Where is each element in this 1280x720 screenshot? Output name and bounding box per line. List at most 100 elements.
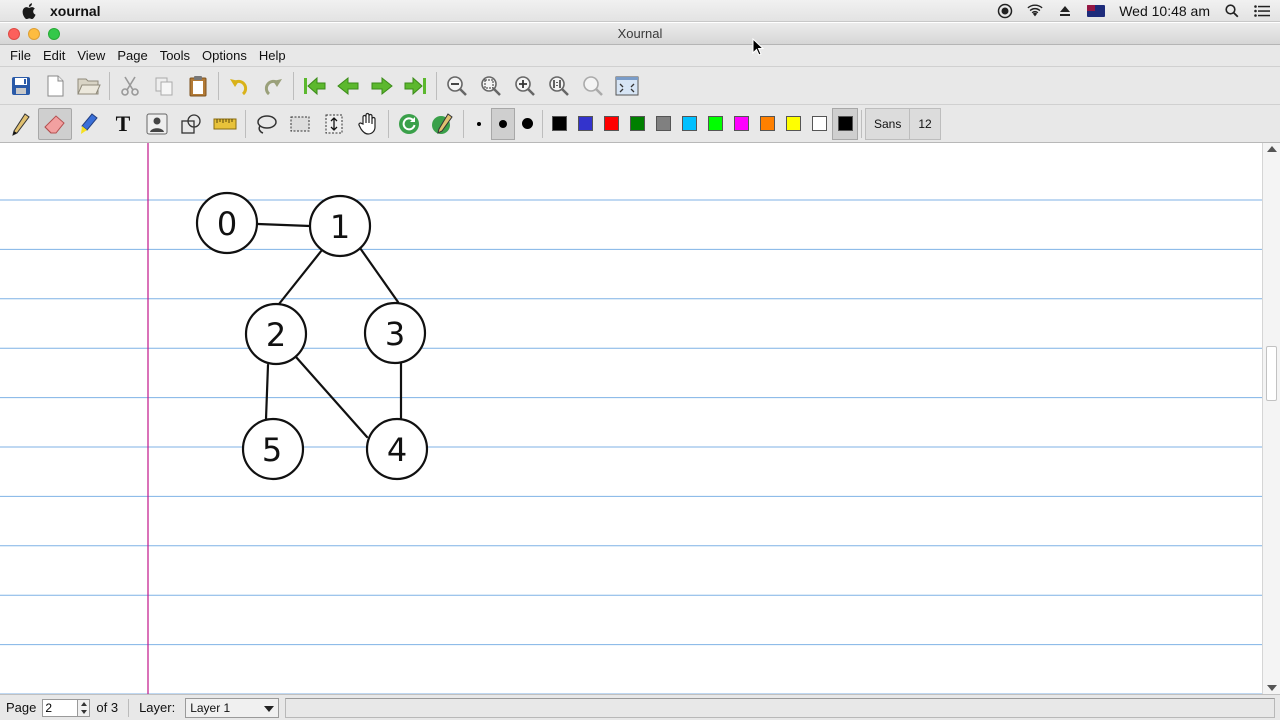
close-window-button[interactable] — [8, 28, 20, 40]
color-magenta-button[interactable] — [728, 108, 754, 140]
menu-tools[interactable]: Tools — [154, 48, 196, 63]
default-tool-button[interactable] — [426, 108, 460, 140]
vertical-space-button[interactable] — [317, 108, 351, 140]
paste-button[interactable] — [181, 70, 215, 102]
layer-select[interactable]: Layer 1 — [185, 697, 280, 718]
zoom-fit-icon — [481, 75, 501, 96]
color-light-blue-button[interactable] — [676, 108, 702, 140]
rect-select-button[interactable] — [283, 108, 317, 140]
menubar-clock[interactable]: Wed 10:48 am — [1119, 3, 1210, 19]
color-blue-button[interactable] — [572, 108, 598, 140]
page-drawing: 0 1 2 3 5 4 — [0, 143, 1262, 694]
copy-button[interactable] — [147, 70, 181, 102]
spotlight-search-icon[interactable] — [1224, 3, 1240, 19]
document-canvas[interactable]: 0 1 2 3 5 4 — [0, 143, 1262, 694]
undo-button[interactable] — [222, 70, 256, 102]
color-yellow-button[interactable] — [780, 108, 806, 140]
set-zoom-button[interactable] — [576, 70, 610, 102]
image-tool-button[interactable] — [140, 108, 174, 140]
hand-tool-button[interactable] — [351, 108, 385, 140]
pen-eraser-default-icon — [432, 112, 453, 134]
redo-button[interactable] — [256, 70, 290, 102]
menu-options[interactable]: Options — [196, 48, 253, 63]
color-light-green-button[interactable] — [702, 108, 728, 140]
color-orange-button[interactable] — [754, 108, 780, 140]
font-button[interactable]: Sans 12 — [865, 107, 941, 140]
toolbar-separator — [293, 71, 294, 100]
node-label: 1 — [330, 208, 350, 246]
new-document-button[interactable] — [38, 70, 72, 102]
input-source-flag-icon[interactable] — [1087, 4, 1106, 17]
node-label: 4 — [387, 431, 407, 469]
color-red-button[interactable] — [598, 108, 624, 140]
fullscreen-button[interactable] — [610, 70, 644, 102]
insert-image-icon — [146, 113, 168, 134]
zoom-out-button[interactable] — [440, 70, 474, 102]
color-swatch — [655, 116, 671, 131]
window-titlebar[interactable]: Xournal — [0, 23, 1280, 45]
shapes-icon — [181, 113, 201, 134]
apple-logo-icon[interactable] — [22, 2, 36, 19]
system-menubar: xournal Wed 10:48 am — [0, 0, 1280, 22]
pen-tool-button[interactable] — [4, 108, 38, 140]
minimize-window-button[interactable] — [28, 28, 40, 40]
menu-page[interactable]: Page — [111, 48, 153, 63]
ruler-tool-button[interactable] — [208, 108, 242, 140]
zoom-in-button[interactable] — [508, 70, 542, 102]
eraser-tool-button[interactable] — [38, 107, 72, 140]
scrollbar-thumb[interactable] — [1266, 346, 1277, 401]
zoom-normal-button[interactable] — [542, 70, 576, 102]
menu-help[interactable]: Help — [253, 48, 292, 63]
font-divider — [909, 108, 911, 139]
next-page-button[interactable] — [365, 70, 399, 102]
zoom-window-button[interactable] — [48, 28, 60, 40]
screen-record-icon[interactable] — [997, 3, 1013, 19]
thickness-thick-button[interactable] — [515, 108, 539, 140]
text-tool-button[interactable]: T — [106, 108, 140, 140]
vertical-scrollbar[interactable] — [1262, 143, 1280, 694]
wifi-icon[interactable] — [1027, 3, 1043, 19]
page-number-input[interactable] — [42, 698, 79, 717]
zoom-fit-button[interactable] — [474, 70, 508, 102]
zoom-out-icon — [447, 75, 467, 96]
new-document-icon — [47, 75, 64, 96]
page-stepper[interactable] — [78, 698, 91, 717]
toolbar-separator — [463, 109, 464, 138]
lasso-icon — [257, 114, 277, 134]
window-controls — [8, 28, 60, 40]
stepper-up-icon[interactable] — [80, 701, 87, 706]
shape-recognizer-button[interactable] — [174, 108, 208, 140]
scroll-down-arrow-icon[interactable] — [1267, 685, 1277, 691]
node-label: 3 — [385, 315, 405, 353]
save-button[interactable] — [4, 70, 38, 102]
dropdown-arrow-icon — [264, 705, 275, 712]
menu-edit[interactable]: Edit — [37, 48, 71, 63]
last-page-button[interactable] — [399, 70, 433, 102]
thickness-medium-button[interactable] — [491, 107, 515, 140]
thickness-fine-button[interactable] — [467, 108, 491, 140]
color-swatch — [759, 116, 775, 131]
open-file-button[interactable] — [72, 70, 106, 102]
default-pen-button[interactable] — [392, 108, 426, 140]
color-swatch — [603, 116, 619, 131]
menu-file[interactable]: File — [4, 48, 37, 63]
previous-page-button[interactable] — [331, 70, 365, 102]
toolbar-separator — [436, 71, 437, 100]
menu-view[interactable]: View — [71, 48, 111, 63]
active-app-name[interactable]: xournal — [50, 3, 101, 19]
redo-icon — [264, 78, 282, 95]
color-white-button[interactable] — [806, 108, 832, 140]
current-color-button[interactable] — [832, 107, 858, 140]
cut-button[interactable] — [113, 70, 147, 102]
scroll-up-arrow-icon[interactable] — [1267, 146, 1277, 152]
color-black-button[interactable] — [546, 108, 572, 140]
first-page-button[interactable] — [297, 70, 331, 102]
lasso-select-button[interactable] — [249, 108, 283, 140]
color-green-button[interactable] — [624, 108, 650, 140]
eject-icon[interactable] — [1057, 3, 1073, 19]
highlighter-tool-button[interactable] — [72, 108, 106, 140]
color-gray-button[interactable] — [650, 108, 676, 140]
stepper-down-icon[interactable] — [80, 709, 87, 714]
notification-center-icon[interactable] — [1254, 3, 1270, 19]
arrow-left-icon — [337, 76, 359, 95]
